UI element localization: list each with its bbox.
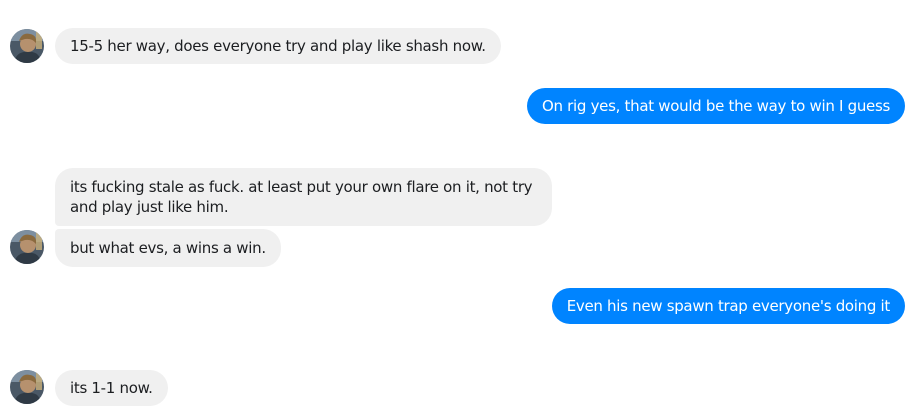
message-text: but what evs, a wins a win. (70, 239, 266, 257)
contact-avatar[interactable] (10, 370, 44, 404)
contact-avatar[interactable] (10, 230, 44, 264)
avatar-photo-icon (10, 29, 44, 63)
outgoing-message[interactable]: Even his new spawn trap everyone's doing… (551, 288, 905, 324)
message-text: On rig yes, that would be the way to win… (541, 97, 890, 115)
avatar-photo-icon (10, 370, 44, 404)
message-text: its 1-1 now. (70, 379, 153, 397)
message-text: 15-5 her way, does everyone try and play… (70, 37, 486, 55)
incoming-message[interactable]: its fucking stale as fuck. at least put … (55, 168, 552, 226)
avatar-photo-icon (10, 230, 44, 264)
outgoing-message[interactable]: On rig yes, that would be the way to win… (526, 88, 905, 124)
incoming-message[interactable]: but what evs, a wins a win. (55, 229, 281, 267)
incoming-message[interactable]: its 1-1 now. (55, 370, 168, 406)
message-text: its fucking stale as fuck. at least put … (70, 178, 533, 216)
contact-avatar[interactable] (10, 29, 44, 63)
message-text: Even his new spawn trap everyone's doing… (566, 297, 891, 315)
incoming-message[interactable]: 15-5 her way, does everyone try and play… (55, 28, 501, 64)
